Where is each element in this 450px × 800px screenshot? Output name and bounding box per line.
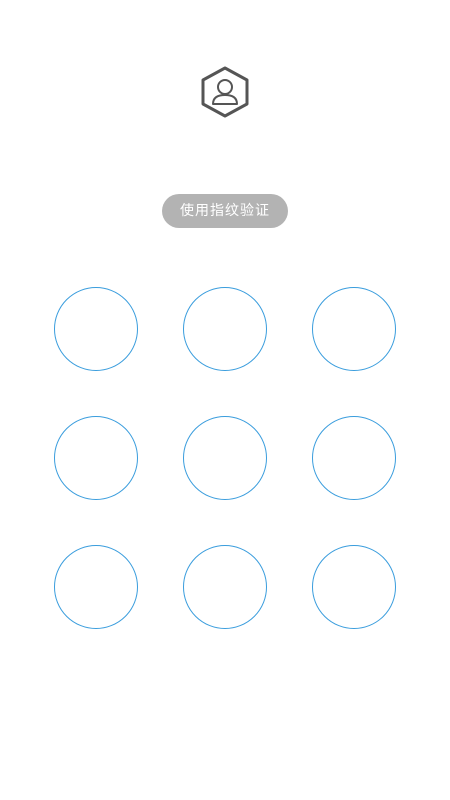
pattern-dot-8[interactable] bbox=[183, 545, 267, 629]
pattern-dot-9[interactable] bbox=[312, 545, 396, 629]
pattern-dot-2[interactable] bbox=[183, 287, 267, 371]
pattern-dot-4[interactable] bbox=[54, 416, 138, 500]
pattern-dot-3[interactable] bbox=[312, 287, 396, 371]
user-hexagon-icon bbox=[200, 66, 250, 118]
pattern-dot-1[interactable] bbox=[54, 287, 138, 371]
pattern-lock-grid bbox=[0, 0, 450, 800]
fingerprint-verify-button[interactable]: 使用指纹验证 bbox=[162, 194, 288, 228]
pattern-dot-5[interactable] bbox=[183, 416, 267, 500]
pattern-dot-7[interactable] bbox=[54, 545, 138, 629]
pattern-dot-6[interactable] bbox=[312, 416, 396, 500]
